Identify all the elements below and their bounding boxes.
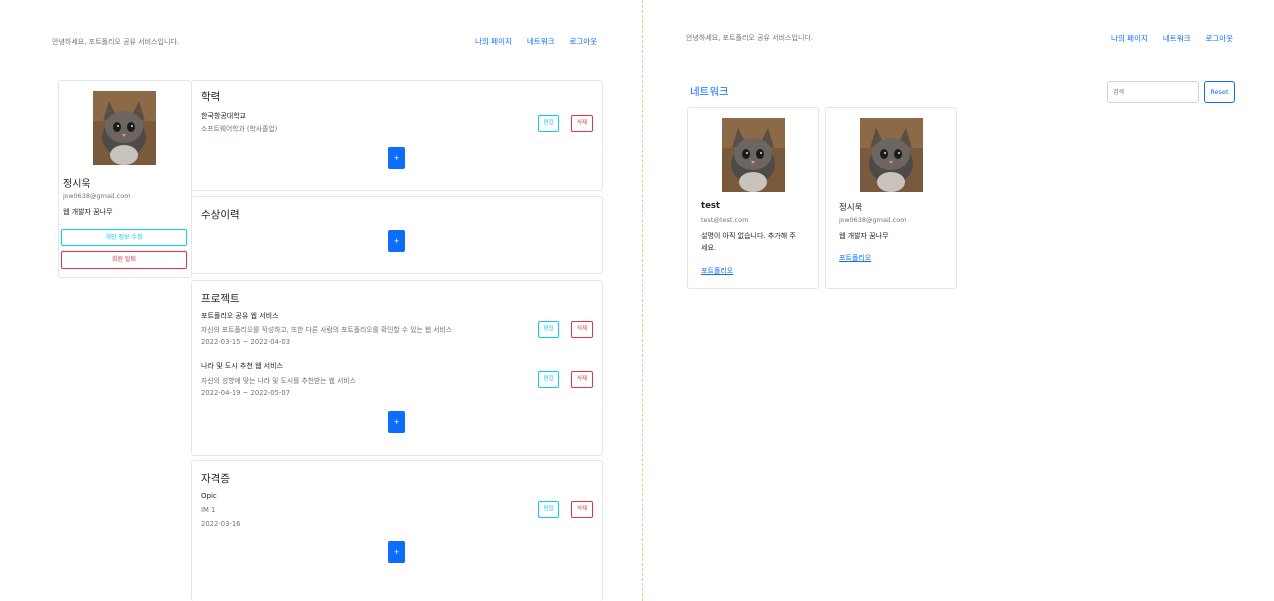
awards-add-button[interactable]: + [388,230,405,252]
user-name: 정시욱 [839,203,863,213]
network-title: 네트워크 [690,86,729,98]
education-school: 한국항공대학교 [201,112,247,120]
reset-button[interactable]: Reset [1204,81,1235,103]
portfolio-link[interactable]: 포트폴리오 [701,266,733,276]
project-1-title: 포트폴리오 공유 웹 서비스 [201,312,279,320]
project-1-edit-button[interactable]: 편집 [538,321,559,338]
education-add-button[interactable]: + [388,147,405,169]
education-major: 소프트웨어학과 (학사졸업) [201,125,278,133]
projects-title: 프로젝트 [201,293,240,305]
kitten-avatar-image [93,91,156,165]
certificate-grade: IM 1 [201,506,216,514]
nav-network[interactable]: 네트워크 [1163,33,1191,44]
portfolio-link[interactable]: 포트폴리오 [839,253,871,263]
search-input[interactable] [1107,81,1199,103]
profile-card: 정시욱 jsw0638@gmail.com 웹 개발자 꿈나무 개인 정보 수정… [58,80,192,278]
greeting-text: 안녕하세요, 포트폴리오 공유 서비스입니다. [52,38,180,46]
network-page-pane: 안녕하세요, 포트폴리오 공유 서비스입니다. 나의 페이지 네트워크 로그아웃… [644,0,1274,601]
user-description: 웹 개발자 꿈나무 [839,232,889,240]
edit-profile-button[interactable]: 개인 정보 수정 [61,229,187,246]
nav-my-page[interactable]: 나의 페이지 [475,36,512,47]
project-2-title: 나라 및 도시 추천 웹 서비스 [201,362,283,370]
user-email: jsw0638@gmail.com [839,216,907,224]
user-name: test [701,201,720,211]
greeting-text: 안녕하세요, 포트폴리오 공유 서비스입니다. [686,34,814,42]
awards-title: 수상이력 [201,209,240,221]
user-card: test test@test.com 설명이 아직 없습니다. 추가해 주세요.… [687,107,819,289]
profile-name: 정시욱 [63,179,91,190]
nav-logout[interactable]: 로그아웃 [1206,33,1234,44]
pane-divider [642,0,643,601]
top-nav: 나의 페이지 네트워크 로그아웃 [475,36,597,47]
user-description: 설명이 아직 없습니다. 추가해 주세요. [701,232,796,252]
top-nav: 나의 페이지 네트워크 로그아웃 [1111,33,1233,44]
my-page-pane: 안녕하세요, 포트폴리오 공유 서비스입니다. 나의 페이지 네트워크 로그아웃… [0,0,642,601]
certificate-edit-button[interactable]: 편집 [538,501,559,518]
projects-section: 프로젝트 포트폴리오 공유 웹 서비스 자신의 포트폴리오를 작성하고, 또한 … [191,280,603,456]
kitten-avatar-image [722,118,785,192]
withdraw-button[interactable]: 회원 탈퇴 [61,251,187,269]
education-title: 학력 [201,91,221,103]
profile-avatar [93,91,156,165]
project-2-description: 자신의 성향에 맞는 나라 및 도시를 추천받는 웹 서비스 [201,377,356,385]
certificate-date: 2022-03-16 [201,520,241,528]
project-1-period: 2022-03-15 ~ 2022-04-03 [201,338,291,346]
user-email: test@test.com [701,216,749,224]
project-2-edit-button[interactable]: 편집 [538,371,559,388]
certificate-title: Opic [201,492,217,500]
nav-my-page[interactable]: 나의 페이지 [1111,33,1148,44]
education-edit-button[interactable]: 편집 [538,115,559,132]
certificates-add-button[interactable]: + [388,541,405,563]
awards-section: 수상이력 + [191,196,603,274]
user-avatar [860,118,923,192]
certificates-section: 자격증 Opic IM 1 2022-03-16 편집 삭제 + [191,460,603,601]
certificates-title: 자격증 [201,473,230,485]
projects-add-button[interactable]: + [388,411,405,433]
project-1-delete-button[interactable]: 삭제 [571,321,593,338]
profile-description: 웹 개발자 꿈나무 [63,208,113,216]
nav-network[interactable]: 네트워크 [527,36,555,47]
nav-logout[interactable]: 로그아웃 [570,36,598,47]
user-avatar [722,118,785,192]
certificate-delete-button[interactable]: 삭제 [571,501,593,518]
project-2-period: 2022-04-19 ~ 2022-05-07 [201,389,291,397]
education-section: 학력 한국항공대학교 소프트웨어학과 (학사졸업) 편집 삭제 + [191,80,603,191]
kitten-avatar-image [860,118,923,192]
project-2-delete-button[interactable]: 삭제 [571,371,593,388]
user-card: 정시욱 jsw0638@gmail.com 웹 개발자 꿈나무 포트폴리오 [825,107,957,289]
project-1-description: 자신의 포트폴리오를 작성하고, 또한 다른 사람의 포트폴리오를 확인할 수 … [201,326,453,334]
education-delete-button[interactable]: 삭제 [571,115,593,132]
profile-email: jsw0638@gmail.com [63,192,131,200]
